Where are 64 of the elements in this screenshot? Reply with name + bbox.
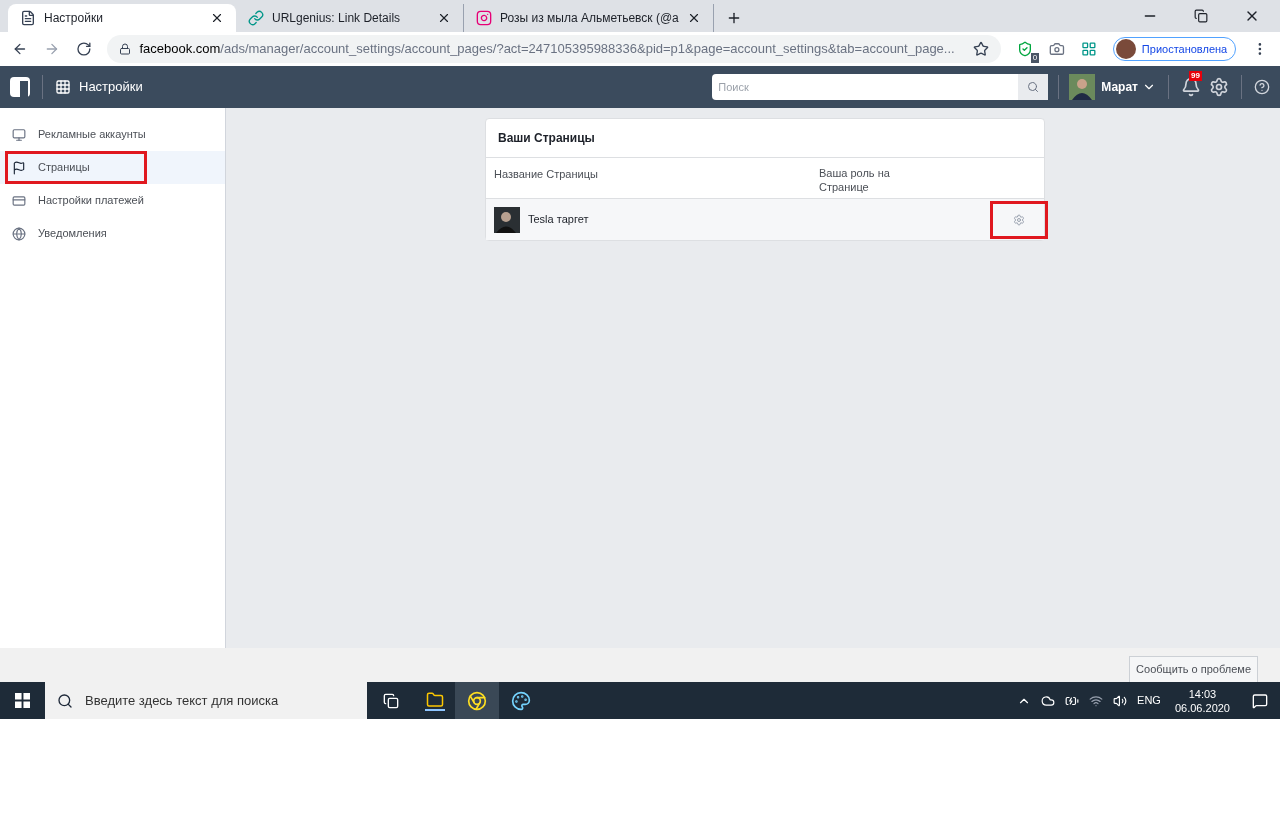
url-text: facebook.com/ads/manager/account_settings/account_pages/?act=247105395988336&pid=p1&page=account_settings&tab=account_page...	[139, 40, 956, 59]
page-icon	[20, 10, 36, 26]
back-icon[interactable]	[12, 41, 28, 57]
chrome-icon[interactable]	[467, 690, 487, 711]
lock-icon	[119, 43, 132, 55]
extension-badge: 0	[1030, 53, 1040, 63]
help-icon[interactable]	[1254, 79, 1270, 95]
avatar-icon	[1115, 39, 1136, 59]
tab-title: Розы из мыла Альметьевск (@а	[500, 10, 679, 27]
wifi-icon[interactable]	[1089, 693, 1104, 708]
settings-button[interactable]	[990, 200, 1048, 239]
cloud-icon[interactable]	[1041, 693, 1056, 708]
sidebar-item[interactable]: Уведомления	[0, 217, 225, 250]
tab-title: Настройки	[44, 10, 104, 27]
close-icon[interactable]	[437, 11, 451, 25]
speaker-icon[interactable]	[1113, 693, 1128, 708]
bookmark-star-icon[interactable]	[973, 41, 990, 57]
restore-icon[interactable]	[1194, 9, 1208, 23]
notifications-icon[interactable]	[1252, 692, 1268, 709]
notification-badge: 99	[1189, 71, 1202, 81]
apps-grid-icon[interactable]	[55, 79, 71, 95]
close-icon[interactable]	[210, 11, 224, 25]
page-title: Настройки	[79, 78, 143, 97]
globe-icon	[12, 226, 26, 241]
bell-icon[interactable]	[1181, 77, 1201, 97]
reload-icon[interactable]	[75, 41, 92, 57]
sidebar-item[interactable]: Настройки платежей	[0, 184, 225, 217]
sidebar-item[interactable]: Страницы	[0, 151, 225, 184]
shield-icon[interactable]	[1017, 41, 1034, 57]
camera-icon	[476, 10, 492, 26]
tab-title: URLgenius: Link Details	[272, 10, 402, 27]
column-header: Ваша роль на Странице	[819, 166, 891, 194]
search-field[interactable]: Поиск	[712, 78, 1019, 96]
user-name[interactable]: Марат	[1101, 78, 1138, 96]
sidebar-item[interactable]: Рекламные аккаунты	[0, 118, 225, 151]
palette-icon[interactable]	[511, 690, 531, 711]
card-title: Ваши Страницы	[498, 130, 595, 147]
address-field[interactable]: facebook.com/ads/manager/account_settings/account_pages/?act=247105395988336&pid=p1&page=account_settings&tab=account_page...	[107, 35, 1002, 63]
clock[interactable]: 14:03 06.06.2020	[1170, 686, 1234, 715]
windows-logo-icon[interactable]	[15, 693, 30, 708]
extension-icon[interactable]	[1081, 41, 1097, 57]
report-problem-button[interactable]: Сообщить о проблеме	[1129, 656, 1258, 682]
card-icon	[12, 193, 26, 208]
taskbar-search-field[interactable]: Введите здесь текст для поиска	[85, 690, 355, 711]
column-header: Название Страницы	[494, 167, 599, 182]
link-icon	[248, 10, 264, 26]
gear-icon	[1013, 213, 1025, 226]
page-avatar-icon	[494, 206, 520, 233]
language-indicator[interactable]: ENG	[1137, 692, 1161, 709]
search-icon[interactable]	[1027, 81, 1040, 93]
flag-icon	[12, 160, 26, 175]
search-icon	[57, 692, 73, 709]
logo-icon[interactable]	[10, 77, 30, 97]
browser-tab[interactable]: URLgenius: Link Details	[236, 4, 464, 32]
task-view-icon[interactable]	[383, 692, 399, 709]
avatar-icon[interactable]	[1069, 74, 1096, 100]
folder-icon[interactable]	[425, 690, 445, 711]
monitor-icon	[12, 127, 26, 142]
browser-tab[interactable]: Настройки	[8, 4, 236, 32]
taskbar-search-box[interactable]: Введите здесь текст для поиска	[45, 682, 367, 719]
settings-icon[interactable]	[1209, 77, 1229, 97]
search-box[interactable]: Поиск	[712, 74, 1049, 100]
browser-tab[interactable]: Розы из мыла Альметьевск (@а	[464, 4, 714, 32]
camera-icon[interactable]	[1049, 41, 1066, 57]
